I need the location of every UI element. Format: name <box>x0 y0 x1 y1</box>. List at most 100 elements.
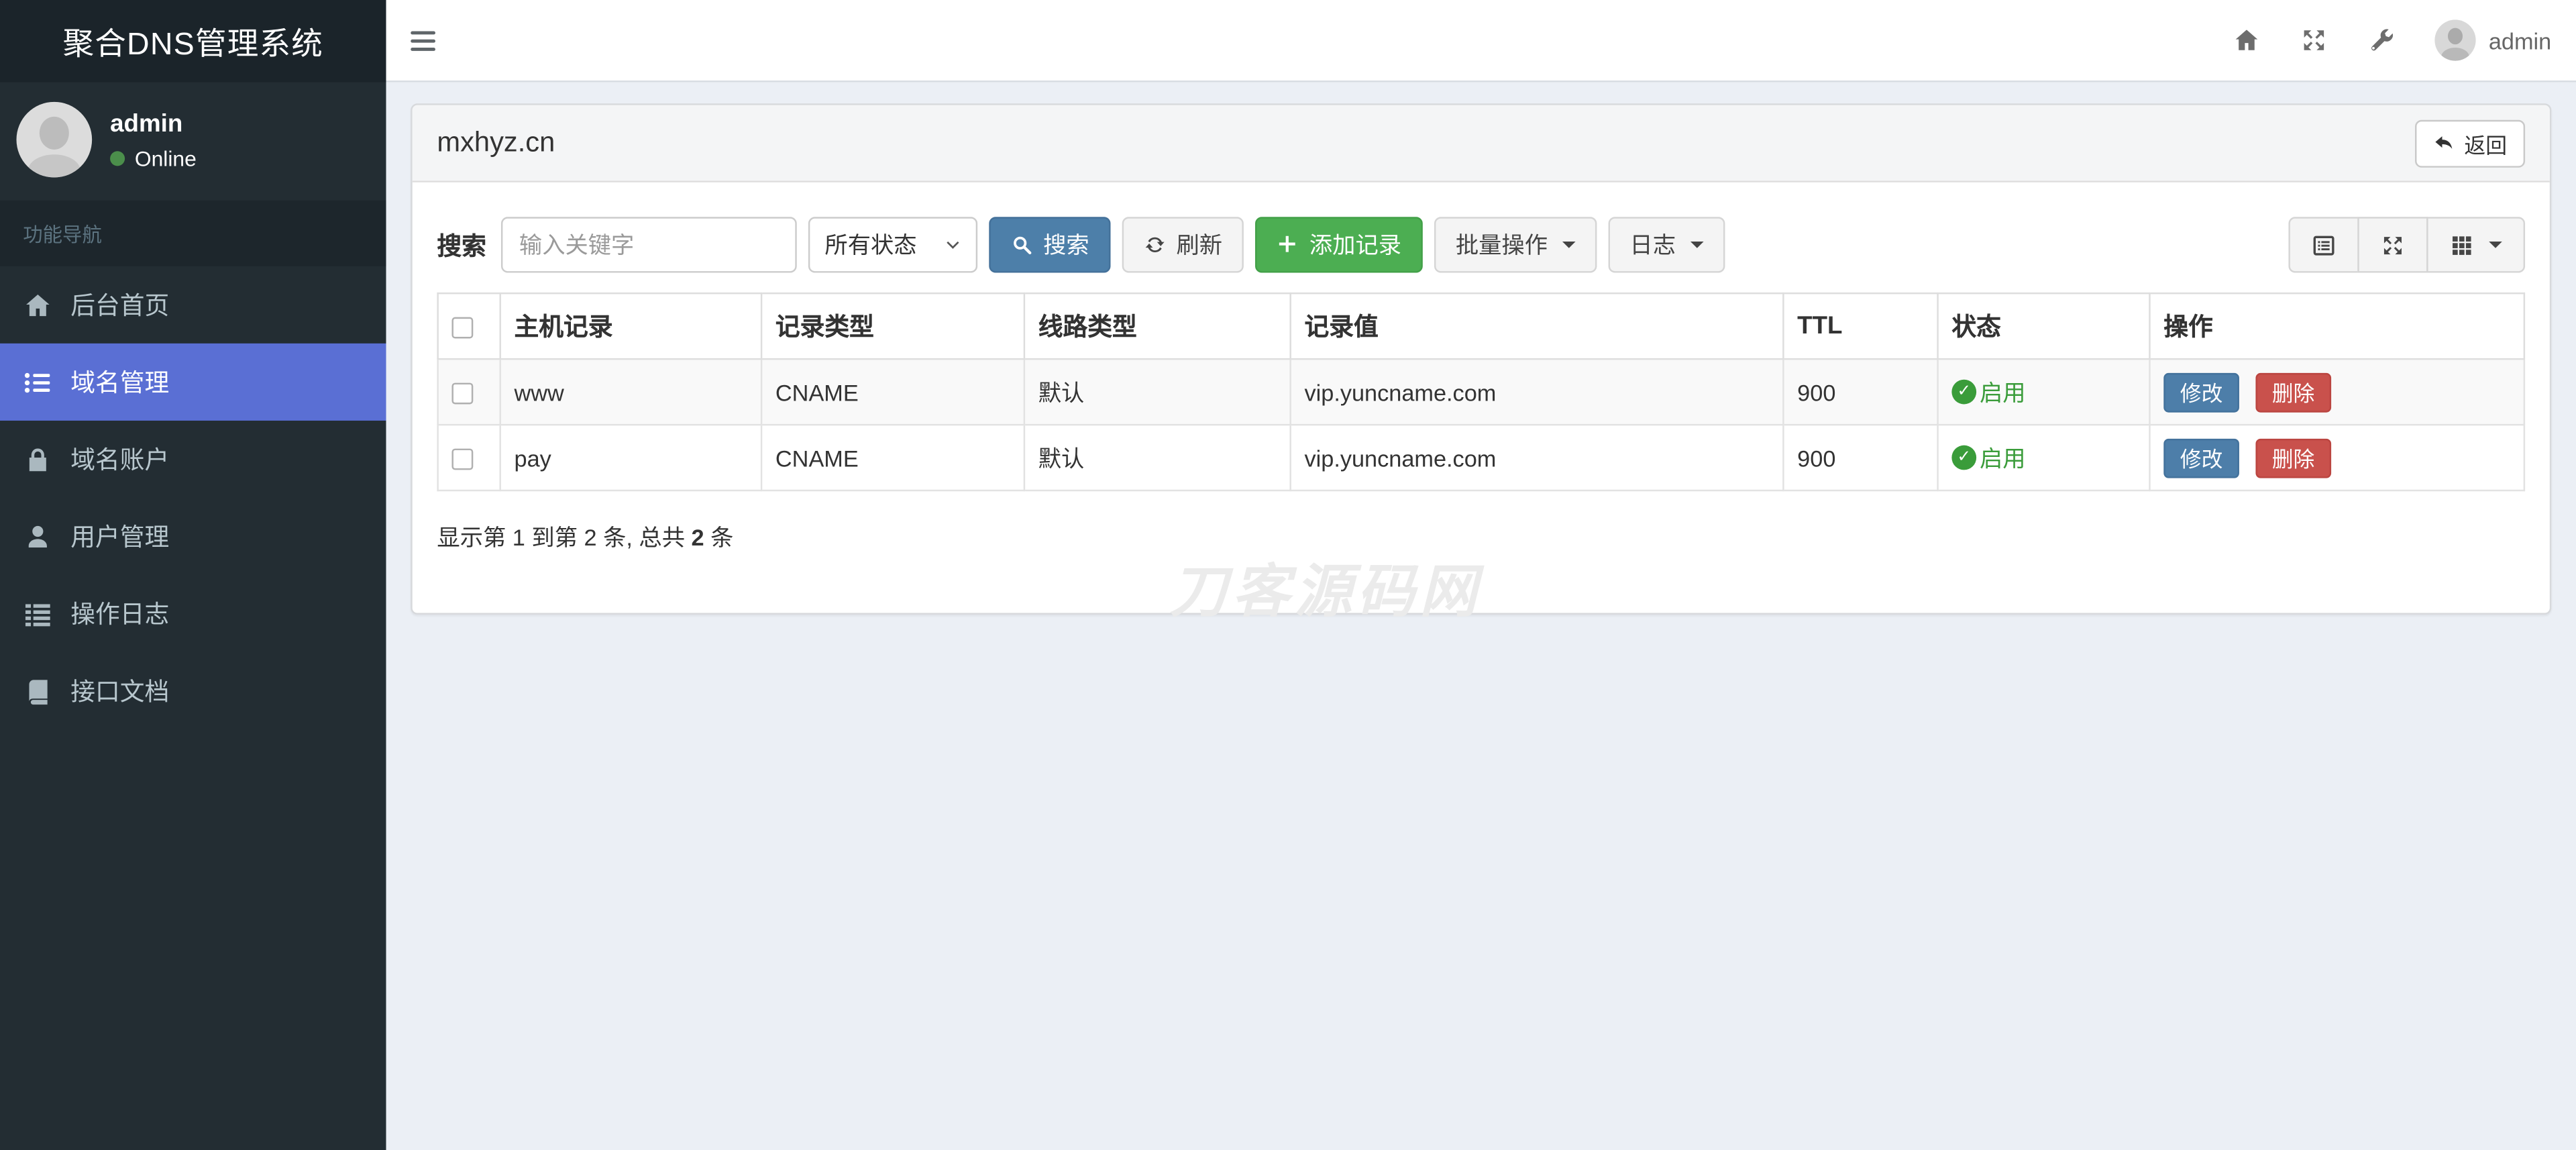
cell-ttl: 900 <box>1782 358 1939 426</box>
sidebar-toggle-button[interactable] <box>411 30 435 50</box>
sidebar-item-label: 域名管理 <box>70 370 170 398</box>
sidebar-item-label: 接口文档 <box>70 678 170 707</box>
table-header-row: 主机记录 记录类型 线路类型 记录值 TTL 状态 操作 <box>437 292 2526 360</box>
column-header-ttl: TTL <box>1782 292 1939 360</box>
fullscreen-table-button[interactable] <box>2357 217 2428 273</box>
grid-icon <box>2449 233 2474 258</box>
column-header-status: 状态 <box>1937 292 2151 360</box>
online-status-label: Online <box>134 145 197 170</box>
wrench-icon[interactable] <box>2367 26 2396 54</box>
sidebar-item-dashboard[interactable]: 后台首页 <box>0 266 386 344</box>
status-label: 启用 <box>1980 445 2026 472</box>
cell-value: vip.yuncname.com <box>1289 423 1784 492</box>
delete-button[interactable]: 删除 <box>2255 372 2331 412</box>
back-button-label: 返回 <box>2464 132 2508 157</box>
summary-text: 显示第 1 到第 2 条, 总共 <box>437 524 692 551</box>
app-title: 聚合DNS管理系统 <box>0 0 386 83</box>
navbar-username: admin <box>2488 27 2552 54</box>
sidebar-user-panel: admin Online <box>0 82 386 200</box>
sidebar-item-operation-log[interactable]: 操作日志 <box>0 575 386 652</box>
search-label: 搜索 <box>437 232 486 261</box>
sidebar-item-domain-account[interactable]: 域名账户 <box>0 421 386 498</box>
page-title: mxhyz.cn <box>437 126 555 158</box>
sidebar-item-label: 后台首页 <box>70 292 170 321</box>
domain-panel: mxhyz.cn 返回 搜索 所有状态 <box>411 103 2552 615</box>
sidebar-username: admin <box>110 109 183 138</box>
columns-dropdown-button[interactable] <box>2426 217 2526 273</box>
cell-type: CNAME <box>760 423 1026 492</box>
cell-host: pay <box>499 423 763 492</box>
cell-host: www <box>499 358 763 426</box>
summary-total: 2 <box>691 524 704 551</box>
avatar <box>2434 19 2476 61</box>
home-icon <box>23 290 52 319</box>
summary-unit: 条 <box>704 524 734 551</box>
delete-button[interactable]: 删除 <box>2255 437 2331 478</box>
edit-button[interactable]: 修改 <box>2163 372 2239 412</box>
table-row: www CNAME 默认 vip.yuncname.com 900 ✓ 启用 修… <box>437 358 2526 426</box>
cell-line: 默认 <box>1023 423 1291 492</box>
list-alt-icon <box>2312 233 2337 258</box>
toggle-view-button[interactable] <box>2288 217 2359 273</box>
search-button-label: 搜索 <box>1043 231 1089 258</box>
th-list-icon <box>23 599 52 629</box>
cell-type: CNAME <box>760 358 1026 426</box>
status-filter-value: 所有状态 <box>824 231 917 258</box>
book-icon <box>23 676 52 706</box>
row-checkbox[interactable] <box>451 383 474 405</box>
cell-line: 默认 <box>1023 358 1291 426</box>
avatar <box>16 101 93 178</box>
batch-actions-label: 批量操作 <box>1455 231 1548 258</box>
status-badge: ✓ 启用 <box>1951 376 2026 409</box>
navbar-user-menu[interactable]: admin <box>2434 19 2552 61</box>
content-area: mxhyz.cn 返回 搜索 所有状态 <box>386 82 2576 635</box>
panel-header: mxhyz.cn 返回 <box>412 105 2550 182</box>
sidebar-item-label: 用户管理 <box>70 524 170 552</box>
table-row: pay CNAME 默认 vip.yuncname.com 900 ✓ 启用 修… <box>437 423 2526 492</box>
sidebar-item-label: 操作日志 <box>70 601 170 629</box>
reply-icon <box>2433 132 2455 154</box>
keyword-input[interactable] <box>500 217 797 273</box>
search-button[interactable]: 搜索 <box>989 217 1111 273</box>
column-header-value: 记录值 <box>1289 292 1784 360</box>
add-record-button[interactable]: 添加记录 <box>1255 217 1423 273</box>
sidebar-item-label: 域名账户 <box>70 447 170 475</box>
sidebar-item-user-manage[interactable]: 用户管理 <box>0 498 386 575</box>
log-dropdown-button[interactable]: 日志 <box>1608 217 1725 273</box>
main-area: admin mxhyz.cn 返回 搜索 输入关键字 所有状态 搜索 刷新 添加… <box>386 0 2576 1150</box>
sidebar-nav-header: 功能导航 <box>0 200 386 266</box>
add-record-button-label: 添加记录 <box>1309 231 1402 258</box>
lock-icon <box>23 444 52 474</box>
refresh-button-label: 刷新 <box>1176 231 1223 258</box>
top-navbar: admin <box>386 0 2576 83</box>
chevron-down-icon <box>945 237 961 253</box>
column-header-line: 线路类型 <box>1023 292 1291 360</box>
app-root: 聚合DNS管理系统 admin Online 功能导航 后台首页 域名管理 域名… <box>0 0 2576 1150</box>
home-icon[interactable] <box>2233 26 2261 54</box>
caret-down-icon <box>1690 242 1704 248</box>
column-header-type: 记录类型 <box>760 292 1026 360</box>
search-icon <box>1010 233 1033 256</box>
status-filter-select[interactable]: 所有状态 <box>808 217 978 273</box>
select-all-checkbox[interactable] <box>451 316 474 338</box>
cell-ttl: 900 <box>1782 423 1939 492</box>
arrows-expand-icon <box>2381 233 2406 258</box>
sidebar-item-domain-manage[interactable]: 域名管理 <box>0 343 386 421</box>
cell-value: vip.yuncname.com <box>1289 358 1784 426</box>
table-toolbar: 搜索 所有状态 搜索 <box>437 217 2526 273</box>
check-circle-icon: ✓ <box>1951 380 1977 405</box>
check-circle-icon: ✓ <box>1951 446 1977 471</box>
online-status: Online <box>110 146 197 170</box>
column-header-actions: 操作 <box>2149 292 2526 360</box>
refresh-button[interactable]: 刷新 <box>1122 217 1244 273</box>
back-button[interactable]: 返回 <box>2414 119 2526 167</box>
refresh-icon <box>1144 233 1167 256</box>
status-badge: ✓ 启用 <box>1951 441 2026 474</box>
edit-button[interactable]: 修改 <box>2163 437 2239 478</box>
sidebar-item-api-docs[interactable]: 接口文档 <box>0 652 386 729</box>
row-checkbox[interactable] <box>451 449 474 471</box>
panel-body: 搜索 所有状态 搜索 <box>413 182 2550 613</box>
batch-actions-button[interactable]: 批量操作 <box>1434 217 1597 273</box>
fullscreen-icon[interactable] <box>2300 26 2328 54</box>
table-view-tools <box>2288 217 2526 273</box>
